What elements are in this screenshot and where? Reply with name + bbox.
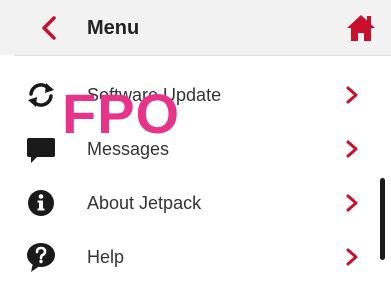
home-icon (347, 15, 375, 41)
chevron-right-icon (344, 85, 360, 105)
menu-item-label: Help (87, 247, 125, 267)
home-button[interactable] (344, 14, 378, 42)
app-header: Menu (0, 0, 391, 55)
refresh-icon (24, 79, 58, 111)
menu-item-help[interactable]: Help (0, 230, 391, 284)
menu-item-software-update[interactable]: Software Update (0, 68, 391, 122)
menu-item-label: Messages (87, 139, 170, 159)
scrollbar[interactable] (380, 178, 385, 260)
menu-item-about-jetpack[interactable]: About Jetpack (0, 176, 391, 230)
menu-item-label: Software Update (87, 85, 222, 105)
menu-list: Software Update Messages About Jetpack H… (0, 68, 391, 284)
chat-bubble-icon (24, 133, 58, 165)
page-title: Menu (87, 17, 140, 39)
back-button[interactable] (36, 14, 62, 42)
chevron-right-icon (344, 139, 360, 159)
menu-item-label: About Jetpack (87, 193, 202, 213)
chevron-right-icon (344, 247, 360, 267)
menu-item-messages[interactable]: Messages (0, 122, 391, 176)
chevron-left-icon (42, 16, 56, 40)
header-divider (14, 55, 391, 56)
chevron-right-icon (344, 193, 360, 213)
info-icon (24, 187, 58, 219)
question-icon (24, 241, 58, 273)
